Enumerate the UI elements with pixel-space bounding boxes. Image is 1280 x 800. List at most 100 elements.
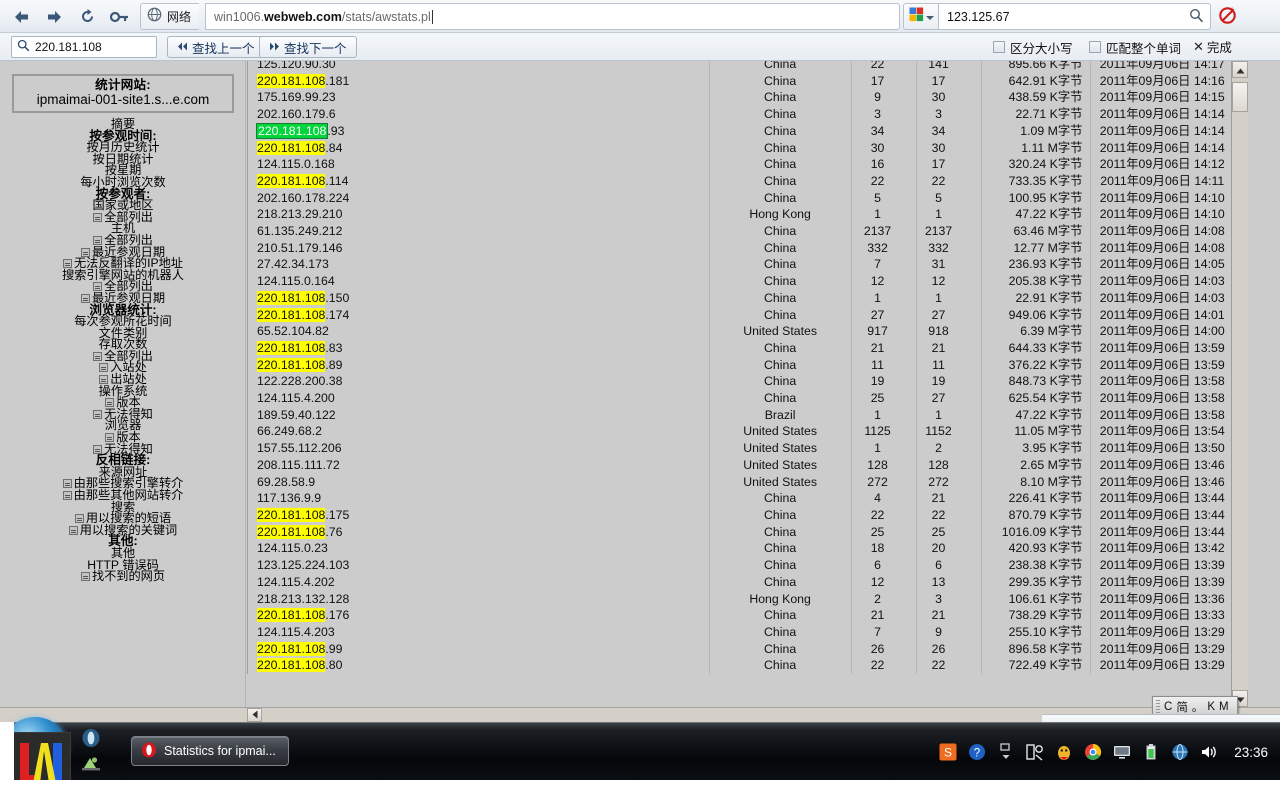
find-previous-button[interactable]: 查找上一个	[167, 36, 265, 58]
ime-mode-label[interactable]: C	[1164, 701, 1172, 713]
host-ip-cell[interactable]: 66.249.68.2	[247, 423, 710, 441]
host-ip-cell[interactable]: 220.181.108.80	[247, 657, 710, 675]
expand-box-icon[interactable]	[99, 363, 109, 373]
expand-box-icon[interactable]	[80, 247, 90, 257]
host-ip-cell[interactable]: 218.213.29.210	[247, 206, 710, 224]
expand-box-icon[interactable]	[93, 351, 103, 361]
whole-word-checkbox[interactable]	[1089, 41, 1101, 53]
expand-box-icon[interactable]	[93, 444, 103, 454]
opera-quicklaunch-icon[interactable]	[81, 728, 103, 750]
adblock-button[interactable]: +	[1216, 5, 1240, 29]
sogou-input-icon[interactable]: S	[938, 742, 958, 762]
host-ip-cell[interactable]: 124.115.0.164	[247, 273, 710, 290]
expand-box-icon[interactable]	[80, 293, 90, 303]
search-engine-selector[interactable]	[903, 3, 938, 30]
forward-button[interactable]	[42, 4, 68, 29]
find-done-button[interactable]: ✕ 完成	[1193, 37, 1232, 56]
host-ip-cell[interactable]: 61.135.249.212	[247, 223, 710, 240]
host-ip-cell[interactable]: 210.51.179.146	[247, 239, 710, 257]
search-box[interactable]: 123.125.67	[938, 3, 1211, 30]
host-ip-cell[interactable]: 65.52.104.82	[247, 323, 710, 340]
host-ip-cell[interactable]: 157.55.112.206	[247, 440, 710, 457]
host-ip-cell[interactable]: 220.181.108.99	[247, 640, 710, 658]
scroll-left-button[interactable]	[247, 708, 262, 722]
scroll-up-button[interactable]	[1232, 61, 1248, 78]
expand-box-icon[interactable]	[93, 409, 103, 419]
show-hidden-icons-icon[interactable]	[996, 742, 1016, 762]
expand-box-icon[interactable]	[68, 525, 78, 535]
host-ip-cell[interactable]: 220.181.108.93	[247, 122, 710, 140]
host-ip-cell[interactable]: 202.160.178.224	[247, 189, 710, 207]
network-icon[interactable]	[1170, 742, 1190, 762]
host-ip-cell[interactable]: 220.181.108.175	[247, 506, 710, 524]
host-ip-cell[interactable]: 122.228.200.38	[247, 373, 710, 391]
host-ip-cell[interactable]: 220.181.108.76	[247, 523, 710, 541]
address-bar[interactable]: win1006. webweb.com/stats/awstats.pl	[205, 3, 900, 30]
help-icon[interactable]: ?	[967, 742, 987, 762]
host-ip-cell[interactable]: 124.115.4.203	[247, 623, 710, 641]
host-ip-cell[interactable]: 218.213.132.128	[247, 590, 710, 608]
host-ip-cell[interactable]: 123.125.224.103	[247, 557, 710, 574]
host-ip-cell[interactable]: 220.181.108.150	[247, 289, 710, 307]
ime-m-label[interactable]: M	[1219, 701, 1229, 713]
host-ip-cell[interactable]: 117.136.9.9	[247, 490, 710, 507]
expand-box-icon[interactable]	[105, 433, 115, 443]
bitdefender-icon[interactable]	[1025, 742, 1045, 762]
host-ip-cell[interactable]: 124.115.4.202	[247, 573, 710, 591]
match-case-option[interactable]: 区分大小写	[993, 38, 1073, 56]
back-button[interactable]	[8, 4, 34, 29]
expand-box-icon[interactable]	[105, 398, 115, 408]
hosts-table-container[interactable]: 125.120.90.30 China 22 141 895.66 K字节 2011年09…	[247, 61, 1247, 707]
expand-box-icon[interactable]	[62, 491, 72, 500]
whole-word-option[interactable]: 匹配整个单词	[1089, 38, 1181, 56]
find-next-button[interactable]: 查找下一个	[259, 36, 357, 58]
expand-box-icon[interactable]	[62, 479, 72, 489]
host-ip-cell[interactable]: 175.169.99.23	[247, 89, 710, 107]
host-ip-cell[interactable]: 220.181.108.114	[247, 172, 710, 190]
volume-icon[interactable]	[1199, 742, 1219, 762]
host-ip-cell[interactable]: 202.160.179.6	[247, 106, 710, 123]
page-vertical-scrollbar[interactable]	[1231, 61, 1248, 707]
ime-punctuation-label[interactable]: 。	[1192, 699, 1204, 715]
reload-button[interactable]	[74, 4, 100, 29]
sidebar-item-39[interactable]: 找不到的网页	[0, 570, 246, 583]
ime-k-label[interactable]: K	[1207, 701, 1215, 713]
host-ip-cell[interactable]: 124.115.4.200	[247, 390, 710, 407]
host-ip-cell[interactable]: 220.181.108.174	[247, 306, 710, 324]
match-case-checkbox[interactable]	[993, 41, 1005, 53]
host-ip-cell[interactable]: 69.28.58.9	[247, 473, 710, 491]
battery-icon[interactable]	[1141, 742, 1161, 762]
host-ip-cell[interactable]: 27.42.34.173	[247, 256, 710, 274]
chrome-icon[interactable]	[1083, 742, 1103, 762]
monitor-icon[interactable]	[1112, 742, 1132, 762]
host-ip-cell[interactable]: 220.181.108.83	[247, 339, 710, 357]
expand-box-icon[interactable]	[80, 572, 90, 582]
qq-icon[interactable]	[1054, 742, 1074, 762]
ime-simplified-label[interactable]: 简	[1176, 699, 1188, 715]
security-zone-indicator[interactable]: 网络	[140, 3, 200, 30]
host-ip-cell[interactable]: 189.59.40.122	[247, 406, 710, 424]
host-ip-cell[interactable]: 125.120.90.30	[247, 61, 710, 73]
expand-box-icon[interactable]	[93, 235, 103, 245]
find-input[interactable]: 220.181.108	[11, 36, 157, 58]
search-icon[interactable]	[1189, 8, 1204, 26]
scrollbar-thumb[interactable]	[1232, 82, 1248, 112]
expand-box-icon[interactable]	[93, 212, 103, 222]
host-ip-cell[interactable]: 124.115.0.23	[247, 540, 710, 558]
security-key-button[interactable]	[106, 4, 132, 29]
host-ip-cell[interactable]: 208.115.111.72	[247, 456, 710, 474]
taskbar-clock[interactable]: 23:36	[1234, 745, 1268, 760]
host-lastvisit-cell: 2011年09月06日 13:36	[1090, 590, 1233, 608]
host-ip-cell[interactable]: 220.181.108.84	[247, 139, 710, 157]
expand-box-icon[interactable]	[93, 282, 103, 292]
host-ip-cell[interactable]: 220.181.108.89	[247, 356, 710, 374]
host-ip-cell[interactable]: 220.181.108.176	[247, 607, 710, 624]
host-ip-cell[interactable]: 124.115.0.168	[247, 156, 710, 173]
expand-box-icon[interactable]	[62, 259, 72, 269]
expand-box-icon[interactable]	[74, 514, 84, 524]
expand-box-icon[interactable]	[99, 375, 109, 385]
drag-handle-icon[interactable]	[1156, 700, 1160, 713]
show-desktop-icon[interactable]	[81, 754, 103, 776]
taskbar-window-button[interactable]: Statistics for ipmai...	[131, 736, 289, 766]
host-ip-cell[interactable]: 220.181.108.181	[247, 72, 710, 90]
